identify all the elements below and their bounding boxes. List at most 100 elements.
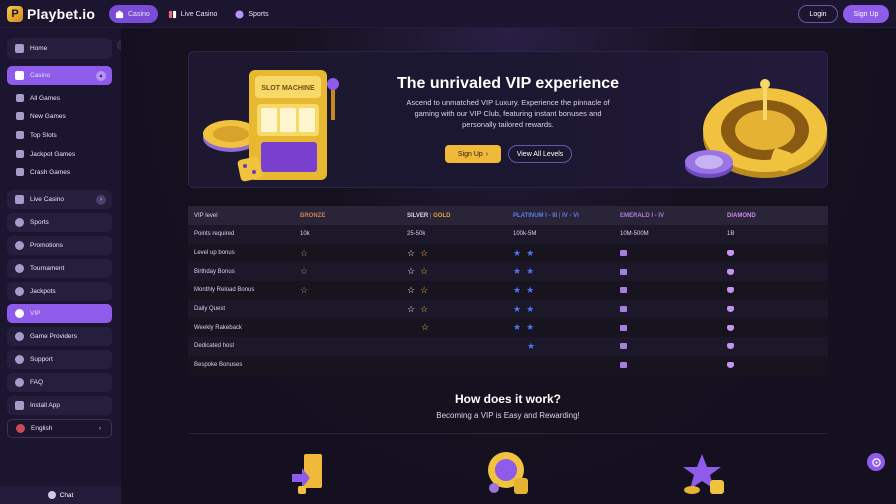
sidebar-item-casino[interactable]: Casino ▴ [7, 66, 112, 85]
sidebar-item-label: Game Providers [30, 333, 77, 340]
benefit-diamond [727, 244, 734, 263]
logo[interactable]: P Playbet.io [7, 5, 96, 22]
benefit-silver: ☆ ☆ [407, 244, 433, 263]
row-label: Points required [194, 231, 235, 238]
chevron-up-icon[interactable]: ▴ [96, 70, 106, 81]
sidebar: Home Casino ▴ All Games New Games Top Sl… [0, 28, 121, 504]
slot-icon [16, 131, 24, 139]
sidebar-item-vip[interactable]: VIP [7, 304, 112, 323]
sidebar-item-tournament[interactable]: Tournament [7, 259, 112, 278]
sidebar-subitem-top-slots[interactable]: Top Slots [16, 131, 57, 139]
sidebar-item-support[interactable]: Support [7, 350, 112, 369]
chat-icon [47, 491, 56, 499]
star-icon: ☆ [420, 303, 429, 314]
star-icon: ★ [526, 266, 535, 277]
sidebar-item-jackpots[interactable]: Jackpots [7, 282, 112, 301]
sidebar-item-label: Sports [30, 219, 49, 226]
star-icon: ☆ [407, 284, 416, 295]
grid-icon [16, 94, 24, 102]
logo-icon: P [7, 5, 23, 22]
sidebar-item-live-casino[interactable]: Live Casino › [7, 190, 112, 209]
diamond-icon [727, 362, 734, 369]
hero-signup-button[interactable]: Sign Up › [445, 145, 501, 163]
benefit-platinum: ★ ★ [513, 244, 539, 263]
sidebar-item-sports[interactable]: Sports [7, 213, 112, 232]
faq-icon [15, 378, 24, 387]
sidebar-subitem-label: All Games [30, 94, 60, 102]
benefit-emerald [620, 262, 627, 281]
emerald-icon [620, 250, 627, 257]
chat-button[interactable]: Chat [0, 486, 121, 504]
signup-button[interactable]: Sign Up [843, 5, 889, 23]
logo-text: Playbet.io [27, 5, 96, 22]
points-platinum: 100k-5M [513, 231, 537, 238]
sidebar-subitem-new-games[interactable]: New Games [16, 112, 66, 120]
install-app-icon [15, 401, 24, 410]
star-icon: ☆ [300, 247, 309, 258]
benefit-diamond [727, 318, 734, 337]
header-diamond: DIAMOND [727, 212, 756, 219]
tab-casino[interactable]: Casino [109, 5, 158, 23]
sidebar-subitem-crash-games[interactable]: Crash Games [16, 168, 70, 176]
chip-coins-illustration [488, 452, 528, 494]
header-gold: GOLD [433, 212, 451, 219]
row-label: Weekly Rakeback [194, 324, 242, 331]
row-label: Level up bonus [194, 250, 235, 257]
emerald-icon [620, 268, 627, 275]
header-separator: | [429, 212, 432, 219]
diamond-icon [727, 306, 734, 313]
language-label: English [31, 425, 53, 432]
benefit-diamond [727, 262, 734, 281]
benefit-emerald [620, 337, 627, 356]
casino-icon [115, 9, 124, 18]
table-row: Weekly Rakeback ☆ ★ ★ [188, 318, 828, 338]
chevron-right-icon[interactable]: › [96, 194, 106, 205]
star-icon: ☆ [407, 247, 416, 258]
top-bar: P Playbet.io Casino Live Casino Sports L… [0, 0, 896, 28]
door-illustration [292, 454, 322, 494]
view-all-levels-button[interactable]: View All Levels [508, 145, 572, 163]
tab-live-casino[interactable]: Live Casino [162, 5, 226, 23]
header-bronze: BRONZE [300, 212, 326, 219]
sidebar-item-game-providers[interactable]: Game Providers [7, 327, 112, 346]
sidebar-item-promotions[interactable]: Promotions [7, 236, 112, 255]
table-row: Level up bonus ☆ ☆ ☆ ★ ★ [188, 243, 828, 263]
table-row: Bespoke Bonuses [188, 355, 828, 375]
star-icon: ☆ [407, 303, 416, 314]
tab-sports[interactable]: Sports [229, 5, 276, 23]
table-row-points: Points required 10k 25-50k 100k-5M 10M-5… [188, 225, 828, 244]
benefit-emerald [620, 300, 627, 319]
sidebar-item-install-app[interactable]: Install App [7, 396, 112, 415]
benefit-bronze: ☆ [300, 281, 313, 300]
star-icon: ☆ [420, 266, 429, 277]
how-it-works-subtitle: Becoming a VIP is Easy and Rewarding! [436, 411, 580, 420]
benefit-platinum: ★ ★ [513, 300, 539, 319]
how-it-works-title: How does it work? [454, 392, 561, 406]
benefit-platinum: ★ ★ [513, 318, 539, 337]
header-level: VIP level [194, 212, 218, 219]
points-diamond: 1B [727, 231, 735, 238]
sidebar-item-label: FAQ [30, 379, 44, 386]
floating-chat-button[interactable] [867, 453, 885, 471]
emerald-icon [620, 362, 627, 369]
table-row: Dedicated host ★ [188, 337, 828, 356]
table-row: Birthday Bonus ☆ ☆ ☆ ★ ★ [188, 262, 828, 282]
language-selector[interactable]: English › [7, 419, 112, 438]
sidebar-subitem-jackpot-games[interactable]: Jackpot Games [16, 150, 75, 158]
hero-description: Ascend to unmatched VIP Luxury. Experien… [406, 98, 610, 129]
sidebar-subitem-label: Jackpot Games [30, 150, 76, 158]
sidebar-subitem-label: Crash Games [30, 168, 71, 176]
uk-flag-icon [16, 424, 25, 433]
login-button[interactable]: Login [798, 5, 838, 23]
chevron-right-icon: › [99, 425, 101, 432]
star-icon: ☆ [420, 247, 429, 258]
sidebar-item-faq[interactable]: FAQ [7, 373, 112, 392]
promotions-icon [15, 241, 24, 250]
sidebar-item-home[interactable]: Home [7, 38, 112, 59]
sidebar-subitem-all-games[interactable]: All Games [16, 94, 60, 102]
star-icon: ★ [526, 322, 535, 333]
emerald-icon [620, 306, 627, 313]
header-silver-gold: SILVER | GOLD [407, 206, 450, 225]
benefit-emerald [620, 244, 627, 263]
diamond-icon [727, 324, 734, 331]
